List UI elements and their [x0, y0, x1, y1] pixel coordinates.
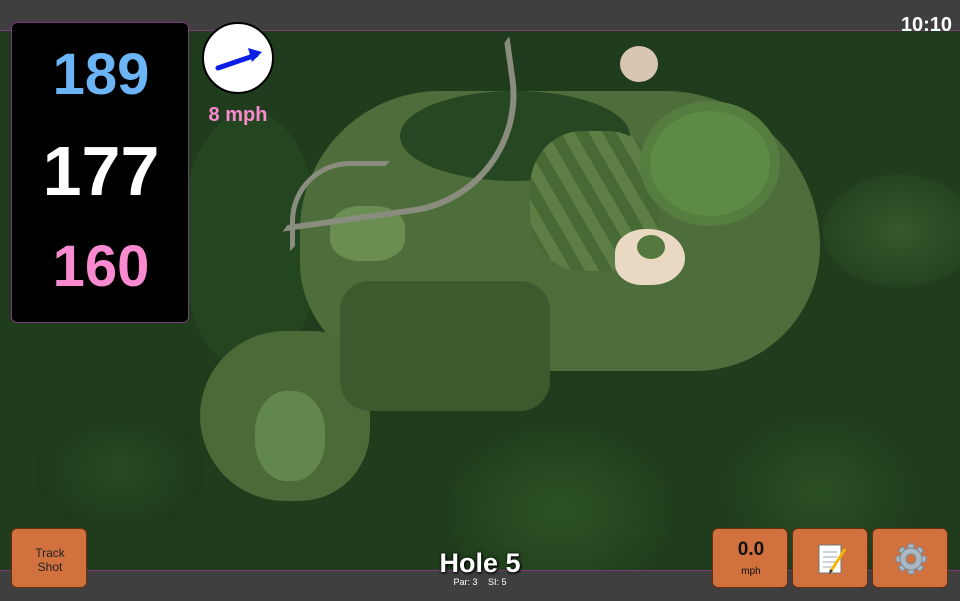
- putting-green: [650, 111, 770, 216]
- hole-details: Par: 3 SI: 5: [400, 577, 560, 587]
- front-distance: 160: [52, 234, 150, 299]
- track-shot-label-line1: Track: [35, 546, 65, 560]
- tee-box-lower: [255, 391, 325, 481]
- track-shot-button[interactable]: Track Shot: [11, 528, 87, 588]
- wind-speed: 8 mph: [208, 104, 268, 126]
- sand-bunker: [615, 229, 685, 285]
- stroke-index-label: SI: 5: [488, 577, 507, 587]
- speed-unit: mph: [741, 566, 761, 577]
- wind-direction-arrow-icon: [215, 48, 262, 71]
- center-distance: 177: [42, 132, 160, 210]
- par-label: Par: 3: [453, 577, 478, 587]
- track-shot-label-line2: Shot: [37, 560, 63, 574]
- notepad-icon: [818, 544, 847, 574]
- wind-indicator: [202, 22, 274, 94]
- sand-bunker-small: [620, 46, 658, 82]
- back-distance: 189: [52, 42, 150, 107]
- notes-button[interactable]: [792, 528, 868, 588]
- speed-button[interactable]: 0.0 mph: [712, 528, 788, 588]
- gear-icon: [895, 543, 927, 575]
- rough: [340, 281, 550, 411]
- distance-panel: 189 177 160: [11, 22, 189, 323]
- settings-button[interactable]: [872, 528, 948, 588]
- hole-title: Hole 5: [439, 548, 521, 578]
- speed-value: 0.0: [737, 539, 765, 560]
